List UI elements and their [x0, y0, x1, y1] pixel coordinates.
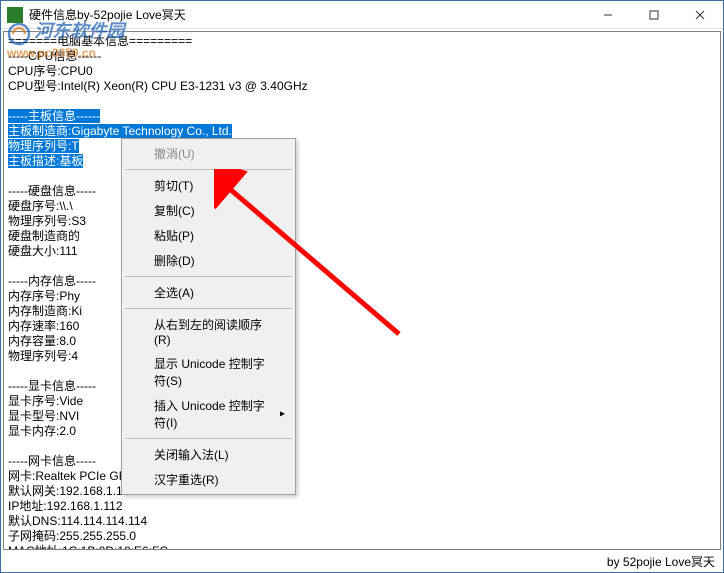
line-mb-desc: 主板描述:基板	[8, 154, 716, 169]
line-mem-mfr: 内存制造商:Ki	[8, 304, 716, 319]
line-mb-phys: 物理序列号:T	[8, 139, 716, 154]
menu-separator	[125, 276, 292, 277]
line-net-gateway: 默认网关:192.168.1.1	[8, 484, 716, 499]
context-menu: 撤消(U) 剪切(T) 复制(C) 粘贴(P) 删除(D) 全选(A) 从右到左…	[121, 138, 296, 495]
titlebar: 硬件信息by-52pojie Love冥天	[1, 1, 723, 29]
line-header: =======电脑基本信息=========	[8, 34, 716, 49]
menu-copy[interactable]: 复制(C)	[124, 198, 293, 223]
minimize-button[interactable]	[585, 1, 631, 29]
menu-cut[interactable]: 剪切(T)	[124, 173, 293, 198]
line-hdd-phys: 物理序列号:S3	[8, 214, 716, 229]
line-mem-cap: 内存容量:8.0	[8, 334, 716, 349]
status-text: by 52pojie Love冥天	[607, 553, 715, 570]
line-mb-header: -----主板信息------	[8, 109, 716, 124]
line-mem-phys: 物理序列号:4	[8, 349, 716, 364]
app-icon	[7, 7, 23, 23]
line-cpu-header: -----CPU信息------	[8, 49, 716, 64]
maximize-button[interactable]	[631, 1, 677, 29]
line-net-header: -----网卡信息-----	[8, 454, 716, 469]
line-gpu-serial: 显卡序号:Vide	[8, 394, 716, 409]
line-hdd-mfr: 硬盘制造商的	[8, 229, 716, 244]
line-cpu-serial: CPU序号:CPU0	[8, 64, 716, 79]
blank-line	[8, 364, 716, 379]
close-button[interactable]	[677, 1, 723, 29]
line-net-card: 网卡:Realtek PCIe GBE Family Controller	[8, 469, 716, 484]
blank-line	[8, 94, 716, 109]
menu-selectall[interactable]: 全选(A)	[124, 280, 293, 305]
line-hdd-size: 硬盘大小:111	[8, 244, 716, 259]
text-content[interactable]: =======电脑基本信息========= -----CPU信息------ …	[3, 31, 721, 550]
menu-delete[interactable]: 删除(D)	[124, 248, 293, 273]
line-gpu-model: 显卡型号:NVI	[8, 409, 716, 424]
menu-close-ime[interactable]: 关闭输入法(L)	[124, 442, 293, 467]
menu-separator	[125, 169, 292, 170]
blank-line	[8, 169, 716, 184]
line-hdd-serial: 硬盘序号:\\.\	[8, 199, 716, 214]
line-net-dns: 默认DNS:114.114.114.114	[8, 514, 716, 529]
line-mb-mfr: 主板制造商:Gigabyte Technology Co., Ltd.	[8, 124, 716, 139]
blank-line	[8, 259, 716, 274]
line-net-ip: IP地址:192.168.1.112	[8, 499, 716, 514]
menu-separator	[125, 438, 292, 439]
blank-line	[8, 439, 716, 454]
submenu-arrow-icon: ▸	[280, 409, 285, 420]
menu-show-unicode[interactable]: 显示 Unicode 控制字符(S)	[124, 351, 293, 393]
line-gpu-header: -----显卡信息-----	[8, 379, 716, 394]
menu-undo: 撤消(U)	[124, 141, 293, 166]
menu-separator	[125, 308, 292, 309]
line-net-mask: 子网掩码:255.255.255.0	[8, 529, 716, 544]
line-net-mac: MAC地址:1C:1B:0D:10:E6:FC	[8, 544, 716, 550]
menu-rtl[interactable]: 从右到左的阅读顺序(R)	[124, 312, 293, 351]
line-cpu-model: CPU型号:Intel(R) Xeon(R) CPU E3-1231 v3 @ …	[8, 79, 716, 94]
menu-hanzi[interactable]: 汉字重选(R)	[124, 467, 293, 492]
menu-insert-unicode[interactable]: 插入 Unicode 控制字符(I) ▸	[124, 393, 293, 435]
line-mem-header: -----内存信息-----	[8, 274, 716, 289]
line-gpu-mem: 显卡内存:2.0	[8, 424, 716, 439]
menu-paste[interactable]: 粘贴(P)	[124, 223, 293, 248]
line-hdd-header: -----硬盘信息-----	[8, 184, 716, 199]
line-mem-serial: 内存序号:Phy	[8, 289, 716, 304]
status-bar: by 52pojie Love冥天	[607, 552, 715, 570]
window-title: 硬件信息by-52pojie Love冥天	[29, 6, 585, 23]
line-mem-speed: 内存速率:160	[8, 319, 716, 334]
